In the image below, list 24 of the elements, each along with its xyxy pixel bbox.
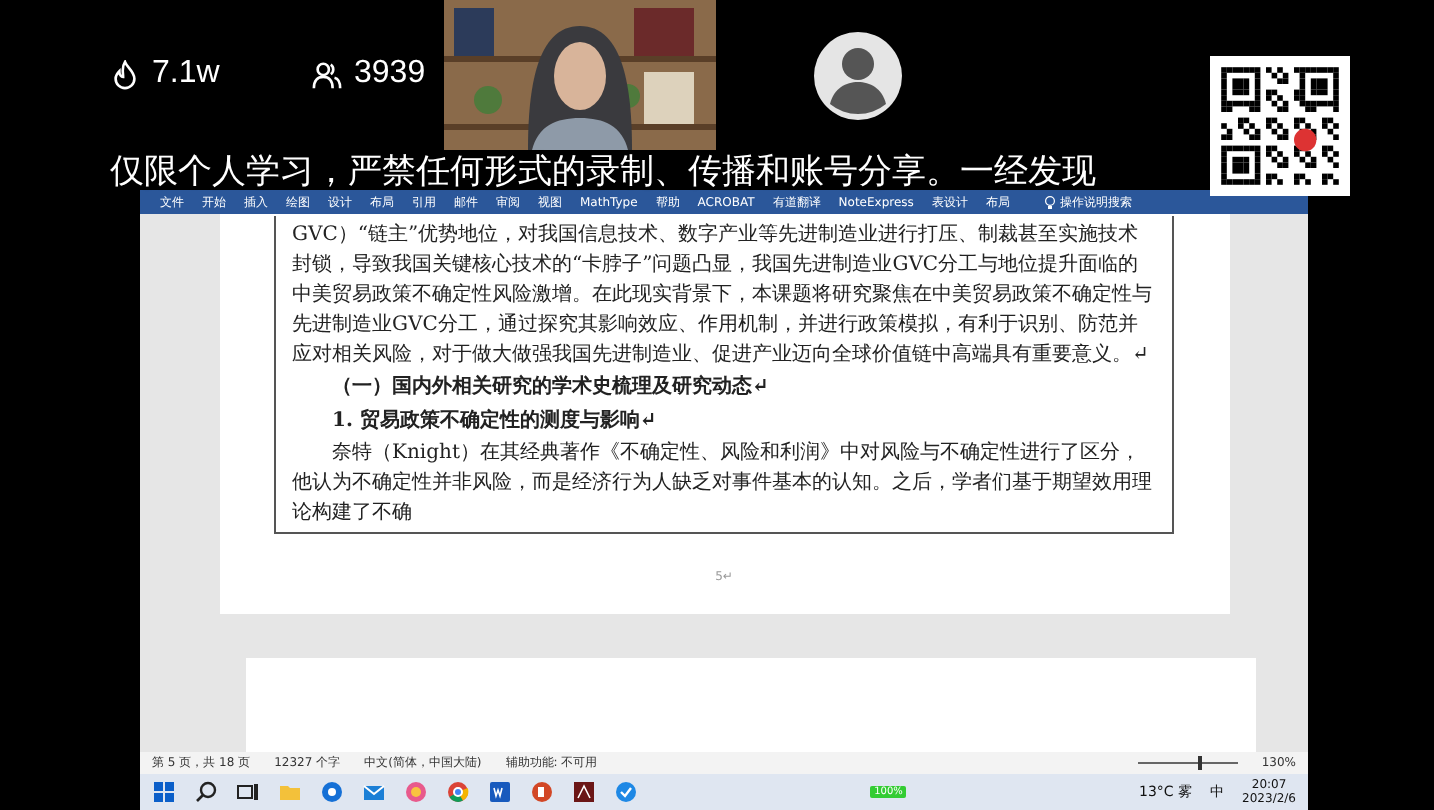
zoom-thumb[interactable]	[1197, 756, 1202, 770]
word-icon[interactable]	[488, 780, 512, 804]
flame-icon	[110, 59, 140, 89]
start-icon[interactable]	[152, 780, 176, 804]
paragraph: 奈特（Knight）在其经典著作《不确定性、风险和利润》中对风险与不确定性进行了区分，他认为不确定性并非风险，而是经济行为人缺乏对事件基本的认知。之后，学者们基于期望效用理论构建了不确	[292, 439, 1154, 528]
check-icon[interactable]	[614, 780, 638, 804]
pdf-icon[interactable]	[572, 780, 596, 804]
mail-icon[interactable]	[362, 780, 386, 804]
heat-count: 7.1w	[152, 56, 220, 92]
warning-text: 仅限个人学习，严禁任何形式的录制、传播和账号分享。一经发现	[110, 150, 1096, 194]
paragraph: GVC）“链主”优势地位，对我国信息技术、数字产业等先进制造业进行打压、制裁甚至实施技术封锁，导致我国关键核心技术的“卡脖子”问题凸显，我国先进制造业GVC分工与地位提升面临的中美贸易政策不确定性风险激增。在此现实背景下，本课题将研究聚焦在中美贸易政策不确定性与先进制造业GVC分工，通过探究其影响效应、作用机制，并进行政策模拟，有利于识别、防范并应对相关风险，对于做大做强我国先进制造业、促进产业迈向全球价值链中高端具有重要意义。↵	[292, 221, 1154, 370]
task-view-icon[interactable]	[236, 780, 260, 804]
people-icon	[312, 59, 342, 89]
photos-icon[interactable]	[404, 780, 428, 804]
browser-icon[interactable]	[320, 780, 344, 804]
viewer-count: 3939	[354, 56, 426, 92]
presentation-icon[interactable]	[530, 780, 554, 804]
lightbulb-icon	[1043, 195, 1056, 209]
subsection-heading: 1. 贸易政策不确定性的测度与影响↵	[332, 406, 659, 436]
qr-code	[1210, 56, 1350, 196]
section-heading: （一）国内外相关研究的学术史梳理及研究动态↵	[332, 373, 771, 402]
avatar-icon	[813, 31, 901, 119]
search-icon[interactable]	[194, 780, 218, 804]
browser-icon[interactable]	[446, 780, 470, 804]
